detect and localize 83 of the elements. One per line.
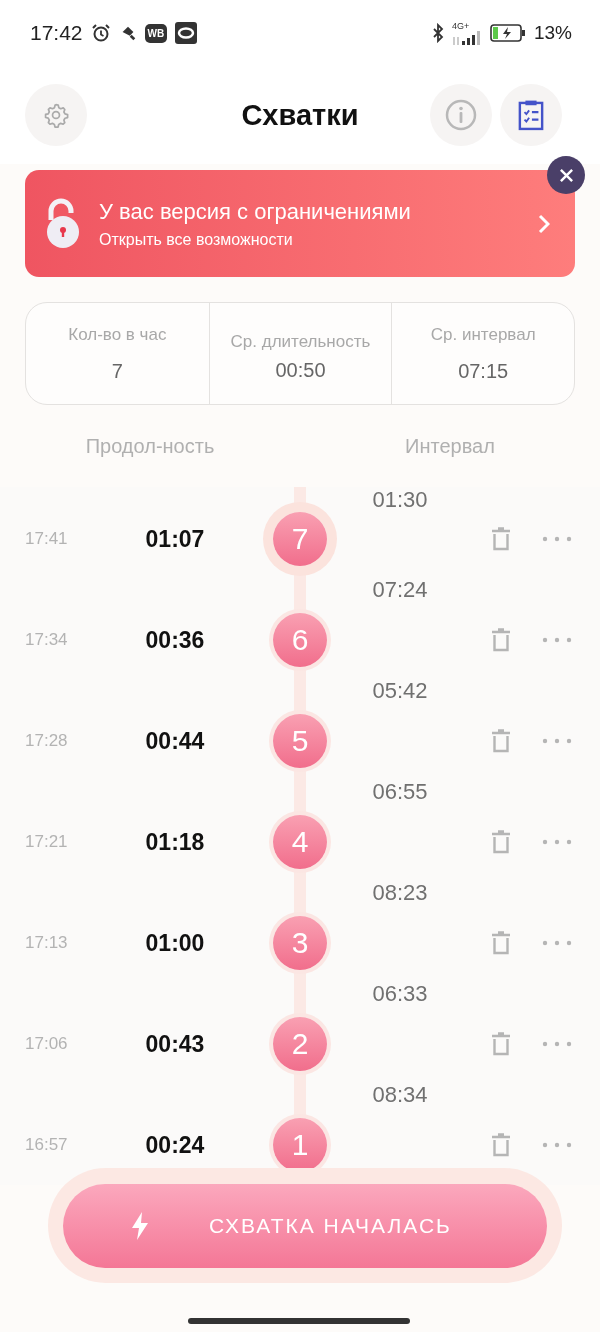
start-time: 17:13 [24,933,69,953]
delete-button[interactable] [491,628,511,652]
trash-icon [491,1133,511,1157]
chevron-right-icon [538,213,550,234]
battery-icon [489,24,526,42]
upgrade-banner[interactable]: У вас версия с ограничениями Открыть все возможности [25,170,575,277]
more-button[interactable] [542,536,572,542]
ring-icon [175,22,198,44]
more-button[interactable] [542,940,572,946]
alarm-icon [90,23,111,43]
settings-icon [43,102,69,128]
lightning-icon [129,1210,151,1241]
interval-value: 01:30 [371,487,429,513]
start-time: 17:06 [24,1034,69,1054]
start-time: 16:57 [24,1135,69,1155]
more-icon [542,637,572,643]
more-icon [542,839,572,845]
delete-button[interactable] [491,1133,511,1157]
start-time: 17:41 [24,529,69,549]
contraction-number: 6 [273,613,327,667]
more-icon [542,1142,572,1148]
more-button[interactable] [542,839,572,845]
banner-title: У вас версия с ограничениями [99,198,412,225]
stat-label: Ср. длительность [230,331,371,353]
duration-value: 00:44 [144,727,206,755]
stat-value: 00:50 [275,359,326,382]
signal-icon [451,30,482,45]
app-badge: WB [144,23,168,43]
more-icon [542,536,572,542]
duration-value: 01:00 [144,929,206,957]
contraction-number: 3 [273,916,327,970]
stat-value: 7 [111,360,123,383]
trash-icon [491,1032,511,1056]
stat-value: 07:15 [458,360,509,383]
trash-icon [491,628,511,652]
delete-button[interactable] [491,527,511,551]
contraction-number: 4 [273,815,327,869]
duration-value: 00:43 [144,1030,206,1058]
banner-subtitle: Открыть все возможности [99,230,294,249]
stat-label: Ср. интервал [430,324,536,346]
more-icon [542,940,572,946]
start-time: 17:34 [24,630,69,650]
clock-time: 17:42 [30,21,83,45]
contraction-number: 5 [273,714,327,768]
contraction-number: 2 [273,1017,327,1071]
delete-button[interactable] [491,729,511,753]
trash-icon [491,729,511,753]
delete-button[interactable] [491,931,511,955]
interval-value: 07:24 [371,576,429,603]
delete-button[interactable] [491,1032,511,1056]
trash-icon [491,830,511,854]
delete-button[interactable] [491,830,511,854]
start-time: 17:28 [24,731,69,751]
network-type: 4G+ [451,21,470,31]
more-button[interactable] [542,1142,572,1148]
duration-value: 00:24 [144,1131,206,1159]
battery-percent: 13% [533,22,572,44]
interval-value: 08:34 [371,1081,429,1108]
home-indicator[interactable] [188,1318,410,1324]
more-button[interactable] [542,637,572,643]
more-icon [542,1041,572,1047]
column-header: Интервал [404,434,496,458]
bluetooth-icon [431,23,444,43]
interval-value: 06:55 [371,778,429,805]
start-contraction-button[interactable]: СХВАТКА НАЧАЛАСЬ [63,1183,547,1268]
interval-value: 05:42 [371,677,429,704]
duration-value: 01:07 [144,525,206,553]
interval-value: 08:23 [371,879,429,906]
more-icon [542,738,572,744]
close-icon [558,167,574,183]
more-button[interactable] [542,1041,572,1047]
duration-value: 00:36 [144,626,206,654]
column-header: Продол-ность [84,434,216,458]
interval-value: 06:33 [371,980,429,1007]
clipboard-checklist-icon [518,99,544,131]
screen-title: Схватки [240,98,360,132]
trash-icon [491,527,511,551]
more-button[interactable] [542,738,572,744]
start-time: 17:21 [24,832,69,852]
duration-value: 01:18 [144,828,206,856]
stat-label: Кол-во в час [68,324,167,346]
info-icon [445,99,477,131]
trash-icon [491,931,511,955]
